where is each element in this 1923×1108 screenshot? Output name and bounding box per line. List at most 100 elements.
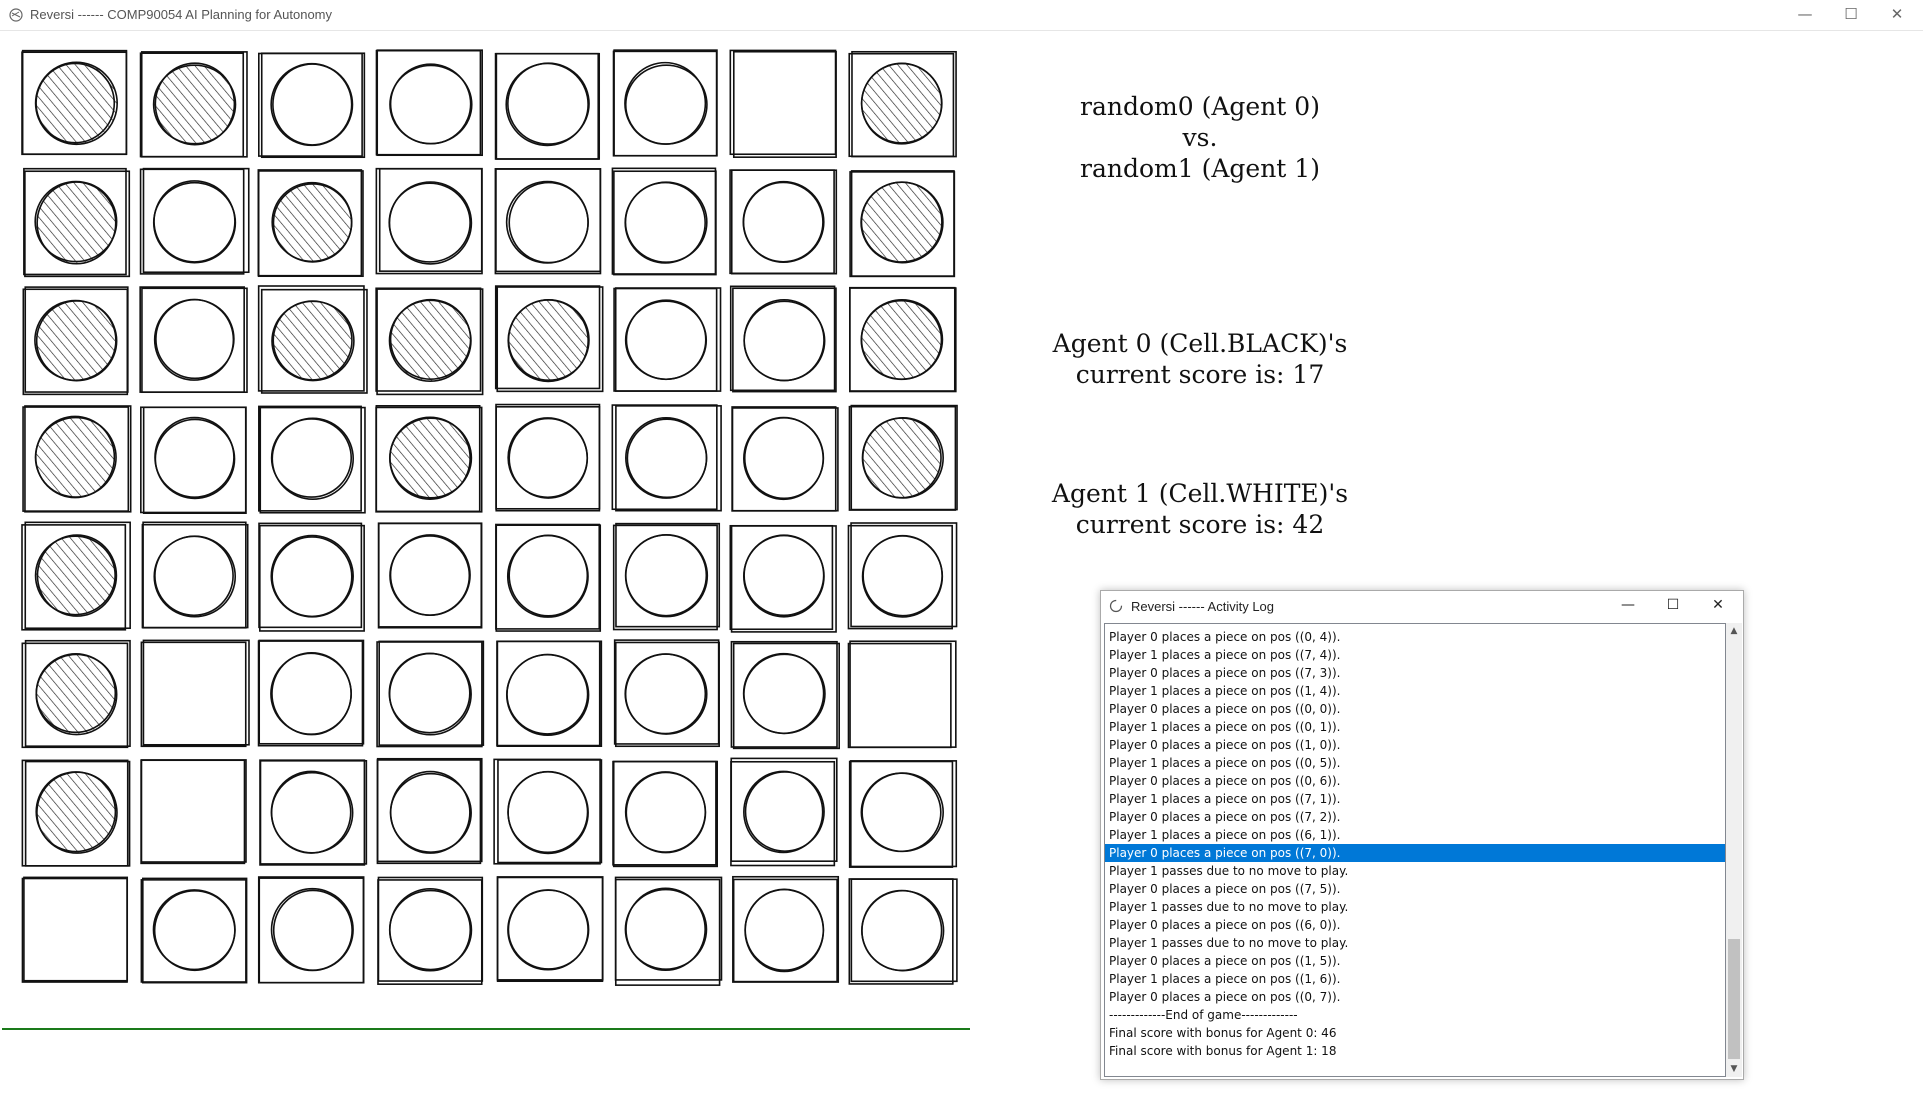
board-cell[interactable] <box>849 170 956 278</box>
board-cell[interactable] <box>257 639 365 747</box>
log-line[interactable]: Player 0 places a piece on pos ((7, 5)). <box>1105 880 1725 898</box>
log-line[interactable]: Player 1 passes due to no move to play. <box>1105 862 1725 880</box>
log-line[interactable]: Player 0 places a piece on pos ((7, 3)). <box>1105 664 1725 682</box>
board-cell[interactable] <box>375 167 483 275</box>
log-line[interactable]: Player 0 places a piece on pos ((1, 0)). <box>1105 736 1725 754</box>
log-line[interactable]: Player 1 passes due to no move to play. <box>1105 934 1725 952</box>
board-cell[interactable] <box>258 405 366 514</box>
board-cell[interactable] <box>612 522 721 631</box>
close-icon[interactable]: ✕ <box>1874 0 1920 30</box>
log-line[interactable]: Player 1 places a piece on pos ((1, 4)). <box>1105 682 1725 700</box>
maximize-icon[interactable]: ☐ <box>1828 0 1874 30</box>
board-cell[interactable] <box>494 52 601 160</box>
log-line[interactable]: Player 1 places a piece on pos ((7, 1)). <box>1105 790 1725 808</box>
board-cell[interactable] <box>732 875 840 983</box>
board-cell[interactable] <box>376 757 483 865</box>
board-cell[interactable] <box>849 286 957 393</box>
board-cell[interactable] <box>494 285 604 393</box>
board-cell[interactable] <box>141 521 249 629</box>
board-canvas[interactable] <box>0 30 980 1040</box>
activity-log-window[interactable]: Reversi ------ Activity Log — ☐ ✕ Player… <box>1100 590 1744 1080</box>
board-cell[interactable] <box>139 51 248 158</box>
board-cell[interactable] <box>140 877 248 984</box>
board-cell[interactable] <box>730 640 840 750</box>
board-cell[interactable] <box>140 759 247 865</box>
log-line[interactable]: Player 0 places a piece on pos ((7, 0)). <box>1105 844 1725 862</box>
log-minimize-icon[interactable]: — <box>1606 591 1650 621</box>
board-cell[interactable] <box>376 640 485 748</box>
board-cell[interactable] <box>140 639 250 748</box>
log-line[interactable]: -------------End of game------------- <box>1105 1006 1725 1024</box>
minimize-icon[interactable]: — <box>1782 0 1828 30</box>
log-line[interactable]: Player 0 places a piece on pos ((1, 5)). <box>1105 952 1725 970</box>
board-cell[interactable] <box>848 404 958 511</box>
board-cell[interactable] <box>613 287 722 392</box>
board-cell[interactable] <box>729 524 837 633</box>
board-cell[interactable] <box>140 406 247 514</box>
board-cell[interactable] <box>729 169 838 275</box>
board-cell[interactable] <box>493 758 603 865</box>
board-cell[interactable] <box>258 522 365 632</box>
log-line[interactable]: Player 1 places a piece on pos ((0, 1)). <box>1105 718 1725 736</box>
board-cell[interactable] <box>612 760 718 868</box>
scroll-thumb[interactable] <box>1728 939 1740 1059</box>
log-line[interactable]: Player 1 places a piece on pos ((7, 4)). <box>1105 646 1725 664</box>
log-line[interactable]: Player 1 places a piece on pos ((6, 1)). <box>1105 826 1725 844</box>
log-line[interactable]: Player 0 places a piece on pos ((0, 6)). <box>1105 772 1725 790</box>
board-cell[interactable] <box>259 759 368 866</box>
log-line[interactable]: Player 0 places a piece on pos ((0, 7)). <box>1105 988 1725 1006</box>
log-line[interactable]: Player 1 passes due to no move to play. <box>1105 898 1725 916</box>
log-line[interactable]: Player 0 places a piece on pos ((7, 2)). <box>1105 808 1725 826</box>
board-cell[interactable] <box>375 49 483 157</box>
log-titlebar[interactable]: Reversi ------ Activity Log — ☐ ✕ <box>1101 591 1743 621</box>
board-cell[interactable] <box>847 522 958 630</box>
log-close-icon[interactable]: ✕ <box>1696 591 1740 621</box>
board-cell[interactable] <box>611 404 722 512</box>
log-line[interactable]: Final score with bonus for Agent 1: 18 <box>1105 1042 1725 1060</box>
board-cell[interactable] <box>377 522 483 629</box>
board-cell[interactable] <box>614 876 723 986</box>
log-scrollbar[interactable]: ▲ ▼ <box>1726 623 1742 1077</box>
board-cell[interactable] <box>729 285 837 393</box>
log-line[interactable]: Player 1 places a piece on pos ((0, 5)). <box>1105 754 1725 772</box>
board-cell[interactable] <box>731 406 839 512</box>
log-list[interactable]: Player 0 places a piece on pos ((0, 4)).… <box>1105 628 1725 1060</box>
board-cell[interactable] <box>375 287 484 396</box>
log-line[interactable]: Player 1 places a piece on pos ((1, 6)). <box>1105 970 1725 988</box>
board-cell[interactable] <box>494 168 602 275</box>
board-cell[interactable] <box>257 876 365 984</box>
board-cell[interactable] <box>496 640 603 747</box>
board-cell[interactable] <box>495 523 602 632</box>
board-cell[interactable] <box>377 876 484 985</box>
log-line[interactable]: Player 0 places a piece on pos ((0, 4)). <box>1105 628 1725 646</box>
board-cell[interactable] <box>21 49 128 156</box>
board-cell[interactable] <box>848 50 957 158</box>
log-listbox[interactable]: Player 0 places a piece on pos ((0, 4)).… <box>1104 623 1726 1077</box>
board-cell[interactable] <box>612 49 718 157</box>
board-cell[interactable] <box>847 640 957 749</box>
log-maximize-icon[interactable]: ☐ <box>1651 591 1695 621</box>
board-cell[interactable] <box>23 167 131 278</box>
board-cell[interactable] <box>495 403 601 512</box>
board-cell[interactable] <box>613 639 720 748</box>
board-cell[interactable] <box>139 286 248 394</box>
board-cell[interactable] <box>139 167 250 275</box>
board-cell[interactable] <box>258 52 366 159</box>
scroll-up-icon[interactable]: ▲ <box>1726 623 1742 639</box>
board-cell[interactable] <box>22 286 129 396</box>
board-cell[interactable] <box>848 878 958 985</box>
log-line[interactable]: Player 0 places a piece on pos ((0, 0)). <box>1105 700 1725 718</box>
board-cell[interactable] <box>611 167 717 276</box>
scroll-down-icon[interactable]: ▼ <box>1726 1061 1742 1077</box>
log-line[interactable]: Player 0 places a piece on pos ((6, 0)). <box>1105 916 1725 934</box>
board-cell[interactable] <box>848 760 958 868</box>
game-board[interactable] <box>0 30 980 1040</box>
board-cell[interactable] <box>21 759 131 867</box>
board-cell[interactable] <box>730 757 838 867</box>
board-cell[interactable] <box>21 876 129 983</box>
board-cell[interactable] <box>257 169 364 278</box>
board-cell[interactable] <box>729 49 837 158</box>
board-cell[interactable] <box>21 521 131 631</box>
board-cell[interactable] <box>496 876 604 983</box>
board-cell[interactable] <box>375 405 483 513</box>
